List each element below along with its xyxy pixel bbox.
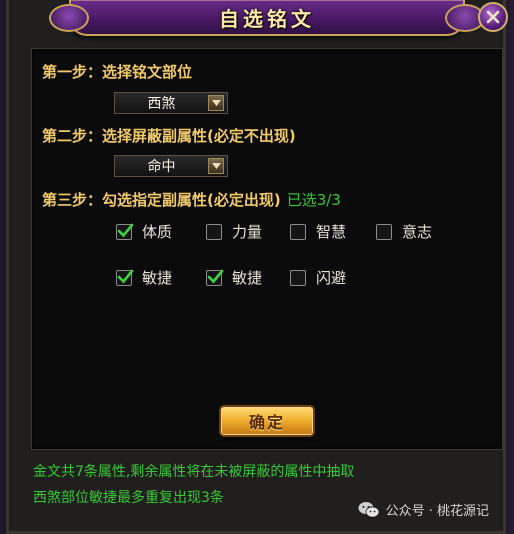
close-x-icon: [486, 10, 500, 24]
checkbox[interactable]: [206, 223, 222, 240]
checkbox[interactable]: [290, 223, 306, 240]
content-panel: 第一步：选择铭文部位 西煞 第二步：选择屏蔽副属性(必定不出现) 命中 第三步：…: [31, 48, 503, 450]
option-label: 敏捷: [142, 269, 173, 287]
confirm-button-label: 确定: [248, 413, 285, 432]
option-checkbox-shanbi[interactable]: 闪避: [290, 267, 346, 288]
slot-select[interactable]: 西煞: [114, 92, 228, 114]
step3-label: 第三步：勾选指定副属性(必定出现) 已选3/3: [42, 189, 341, 210]
step1-label: 第一步：选择铭文部位: [42, 63, 193, 81]
checkmark-icon: [117, 269, 134, 283]
checkbox[interactable]: [206, 269, 224, 286]
option-checkbox-minjie-2[interactable]: 敏捷: [206, 267, 262, 288]
option-label: 意志: [402, 223, 433, 241]
option-label: 敏捷: [232, 269, 263, 287]
chevron-down-icon: [208, 158, 224, 174]
option-checkbox-yizhi[interactable]: 意志: [376, 221, 432, 242]
checkbox[interactable]: [116, 223, 134, 240]
checkmark-icon: [207, 269, 224, 283]
wechat-icon: [358, 501, 379, 518]
option-checkbox-minjie-1[interactable]: 敏捷: [116, 267, 172, 288]
selected-count: 已选3/3: [286, 191, 341, 209]
watermark-text: 公众号 · 桃花源记: [385, 504, 489, 519]
info-line-1: 金文共7条属性,剩余属性将在未被屏蔽的属性中抽取: [33, 464, 355, 480]
watermark: 公众号 · 桃花源记: [358, 500, 489, 519]
inscription-select-dialog: 自选铭文 第一步：选择铭文部位 西煞 第二步：选择屏蔽副属性(必定不出现) 命中…: [6, 0, 506, 534]
chevron-down-icon: [208, 95, 224, 111]
checkbox[interactable]: [116, 269, 134, 286]
option-checkbox-liliang[interactable]: 力量: [206, 221, 262, 242]
option-label: 体质: [142, 223, 173, 241]
step2-label: 第二步：选择屏蔽副属性(必定不出现): [42, 127, 296, 145]
option-checkbox-zhihui[interactable]: 智慧: [290, 221, 346, 242]
confirm-button[interactable]: 确定: [219, 405, 315, 437]
option-label: 力量: [232, 223, 263, 241]
option-label: 智慧: [316, 223, 347, 241]
option-checkbox-tizhi[interactable]: 体质: [116, 221, 172, 242]
checkmark-icon: [117, 223, 134, 237]
close-button[interactable]: [478, 2, 508, 32]
dialog-title: 自选铭文: [219, 6, 315, 31]
slot-select-value: 西煞: [147, 96, 176, 112]
option-label: 闪避: [316, 269, 347, 287]
block-attribute-select[interactable]: 命中: [114, 155, 228, 177]
step3-label-text: 第三步：勾选指定副属性(必定出现): [42, 191, 281, 209]
checkbox[interactable]: [290, 269, 306, 286]
block-attribute-value: 命中: [147, 159, 176, 175]
info-line-2: 西煞部位敏捷最多重复出现3条: [33, 490, 224, 506]
title-bar: 自选铭文: [49, 0, 485, 36]
checkbox[interactable]: [376, 223, 392, 240]
